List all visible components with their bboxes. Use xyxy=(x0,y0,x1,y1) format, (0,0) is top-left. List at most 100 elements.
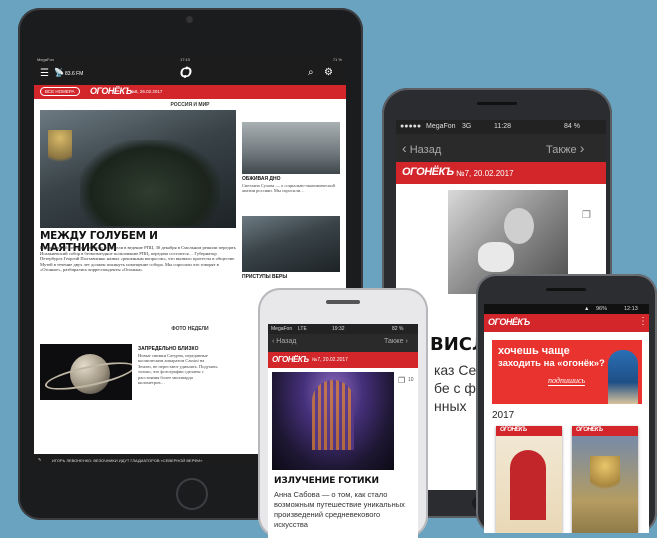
galaxy-issue-number: №7, 20.02.2017 xyxy=(456,169,514,178)
android-device: ▲ 96% 12:13 ОГОНЁКЪ ⋮ хочешь чаще заходи… xyxy=(476,274,657,533)
iphone-issue-bar: ОГОНЁКЪ №7, 20.02.2017 xyxy=(268,352,418,368)
ipad-status-bar: MegaFon 17:10 71 % xyxy=(34,56,346,63)
cathedral-dome xyxy=(48,130,72,170)
cover-2-logo: ОГОНЁКЪ xyxy=(576,427,603,433)
galaxy-forward-button[interactable]: Также › xyxy=(546,140,584,156)
galaxy-status-bar: ●●●●● MegaFon 3G 11:28 84 % xyxy=(396,120,606,134)
ipad-camera xyxy=(186,16,193,23)
galaxy-body-fragment: каз Се xyxy=(434,362,477,378)
android-app-bar: ОГОНЁКЪ ⋮ xyxy=(484,314,649,332)
iphone-screen: MegaFon LTE 19:32 82 % ‹ Назад Также › О… xyxy=(268,324,418,538)
android-battery: 96% xyxy=(596,306,608,312)
ticker-icon: ✎ xyxy=(38,457,42,462)
radio-frequency: 83.6 FM xyxy=(65,71,84,77)
side-story-1-title[interactable]: ОБЖИВАЯ ДНО xyxy=(242,176,281,182)
all-issues-button[interactable]: ВСЕ НОМЕРА xyxy=(40,87,80,96)
more-options-icon[interactable]: ⋮ xyxy=(638,316,648,327)
woman-face xyxy=(504,208,534,244)
galaxy-body-fragment: бе с ф xyxy=(434,380,476,396)
cover-1-logo: ОГОНЁКЪ xyxy=(500,427,527,433)
ipad-toolbar: ☰ 📡 83.6 FM Ѻ ⌕ ⚙ xyxy=(34,63,346,85)
galaxy-nav-bar: ‹ Назад Также › xyxy=(396,134,606,162)
iphone-gallery-icon[interactable]: ❐ xyxy=(398,376,405,385)
iphone-logo: ОГОНЁКЪ xyxy=(272,355,309,364)
search-icon[interactable]: ⌕ xyxy=(308,67,314,78)
gothic-window xyxy=(312,380,354,450)
photo-week-text: Новые снимки Сатурна, переданные космиче… xyxy=(138,353,218,386)
galaxy-time: 11:28 xyxy=(494,123,511,130)
galaxy-forward-label: Также xyxy=(546,144,577,156)
iphone-time: 19:32 xyxy=(332,326,345,332)
ipad-issue-bar: ВСЕ НОМЕРА ОГОНЁКЪ №8, 26.02.2017 xyxy=(34,85,346,99)
galaxy-signal: ●●●●● xyxy=(400,123,422,130)
side-story-1-text: Светлана Сухова — о социально-экономичес… xyxy=(242,183,335,194)
galaxy-logo: ОГОНЁКЪ xyxy=(402,166,454,178)
galaxy-carrier: MegaFon xyxy=(426,123,456,130)
promo-line-2: заходить на «огонёк»? xyxy=(498,358,605,369)
iphone-back-label: Назад xyxy=(276,338,297,345)
promo-cta[interactable]: подпишись xyxy=(548,376,586,386)
saturn-photo[interactable] xyxy=(40,344,132,400)
side-story-1-photo[interactable] xyxy=(242,122,340,174)
magazine-cover-2[interactable]: ОГОНЁКЪ xyxy=(572,426,638,533)
iphone-body: Анна Сабова — о том, как стало возможным… xyxy=(274,490,405,529)
galaxy-battery: 84 % xyxy=(564,123,580,130)
chevron-left-icon: ‹ xyxy=(272,338,275,345)
ipad-logo: ОГОНЁКЪ xyxy=(90,86,132,96)
iphone-headline[interactable]: ИЗЛУЧЕНИЕ ГОТИКИ xyxy=(274,476,414,486)
galaxy-back-button[interactable]: ‹ Назад xyxy=(402,140,441,156)
iphone-forward-button[interactable]: Также › xyxy=(384,338,408,345)
menu-icon[interactable]: ☰ xyxy=(40,68,49,79)
radio-icon[interactable]: 📡 xyxy=(54,68,64,77)
android-time: 12:13 xyxy=(624,306,638,312)
galaxy-body-fragment: нных xyxy=(434,398,467,414)
section-heading: РОССИЯ И МИР xyxy=(170,102,210,108)
side-story-2-photo[interactable] xyxy=(242,216,340,272)
promo-figure xyxy=(608,350,638,404)
iphone-device: MegaFon LTE 19:32 82 % ‹ Назад Также › О… xyxy=(258,288,428,538)
iphone-status-bar: MegaFon LTE 19:32 82 % xyxy=(268,324,418,334)
dog-silhouette xyxy=(478,242,514,272)
magazine-cover-1[interactable]: ОГОНЁКЪ xyxy=(496,426,562,533)
galaxy-speaker xyxy=(477,102,517,105)
cover-2-masthead: ОГОНЁКЪ xyxy=(572,426,638,436)
ipad-home-button[interactable] xyxy=(176,478,208,510)
iphone-forward-label: Также xyxy=(384,338,404,345)
iphone-issue-number: №7, 20.02.2017 xyxy=(312,357,348,363)
gear-icon[interactable]: ⚙ xyxy=(324,67,333,78)
subscribe-promo-banner[interactable]: хочешь чаще заходить на «огонёк»? подпиш… xyxy=(492,340,642,404)
iphone-back-button[interactable]: ‹ Назад xyxy=(272,338,296,345)
android-speaker xyxy=(546,288,586,291)
cover-2-cathedral xyxy=(590,456,620,496)
iphone-network: LTE xyxy=(298,326,307,332)
galaxy-gallery-icon[interactable]: ❐ xyxy=(582,210,591,221)
side-story-2-title[interactable]: ПРИСТУПЫ ВЕРЫ xyxy=(242,274,287,280)
android-year-label: 2017 xyxy=(492,410,515,421)
cover-1-figure xyxy=(510,450,546,520)
main-body: Исаакиевский собор не вернули до недели … xyxy=(40,245,236,273)
ipad-battery: 71 % xyxy=(332,57,342,62)
galaxy-network: 3G xyxy=(462,123,472,130)
galaxy-back-label: Назад xyxy=(409,144,442,156)
iphone-photo-count: 10 xyxy=(408,377,414,383)
iphone-nav-bar: ‹ Назад Также › xyxy=(268,334,418,352)
android-screen: ▲ 96% 12:13 ОГОНЁКЪ ⋮ хочешь чаще заходи… xyxy=(484,304,649,533)
photo-week-title[interactable]: ЗАПРЕДЕЛЬНО БЛИЗКО xyxy=(138,346,198,352)
ogonek-emblem-icon: Ѻ xyxy=(180,64,192,80)
ticker-text: ИГОРЬ ЛЕВОНЕНКО: ВЕЗОЧНИКИ ИДУТ ГЛАДИАТО… xyxy=(52,458,203,463)
ipad-issue-number: №8, 26.02.2017 xyxy=(130,89,163,94)
chevron-left-icon: ‹ xyxy=(402,140,407,156)
chevron-right-icon: › xyxy=(405,338,408,345)
android-signal-icon: ▲ xyxy=(584,306,590,312)
android-logo: ОГОНЁКЪ xyxy=(488,317,530,327)
ipad-carrier: MegaFon xyxy=(37,57,54,62)
chevron-right-icon: › xyxy=(579,140,585,156)
cathedral-photo[interactable] xyxy=(272,372,394,470)
galaxy-issue-bar: ОГОНЁКЪ №7, 20.02.2017 xyxy=(396,162,606,184)
android-status-bar: ▲ 96% 12:13 xyxy=(484,304,649,314)
promo-line-1: хочешь чаще xyxy=(498,345,570,357)
ipad-time: 17:10 xyxy=(180,57,191,62)
iphone-carrier: MegaFon xyxy=(271,326,293,332)
iphone-battery: 82 % xyxy=(392,326,404,332)
main-story-photo[interactable] xyxy=(40,110,236,228)
